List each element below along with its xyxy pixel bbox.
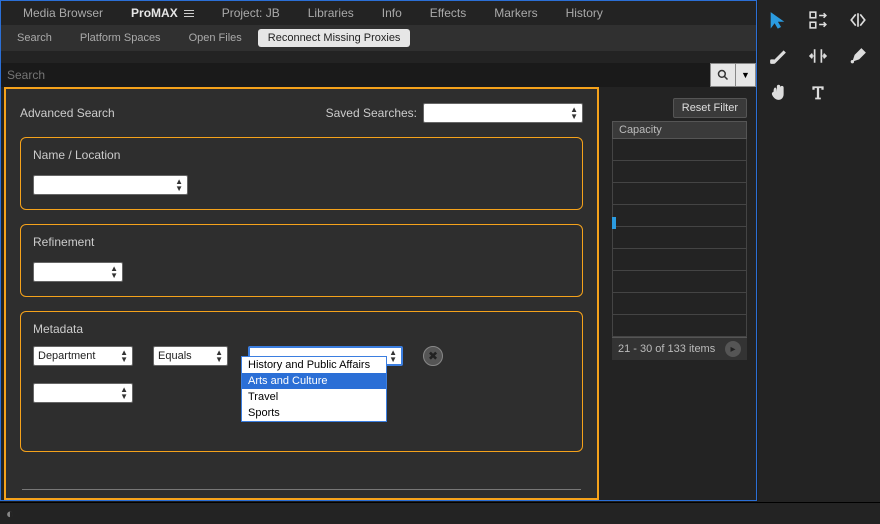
sub-tab-bar: Search Platform Spaces Open Files Reconn…: [1, 25, 756, 51]
tab-project[interactable]: Project: JB: [208, 2, 294, 24]
table-row[interactable]: [613, 249, 746, 271]
metadata-add-select[interactable]: ▲▼: [33, 383, 133, 403]
refinement-title: Refinement: [33, 235, 570, 249]
reset-filter-button[interactable]: Reset Filter: [673, 98, 747, 118]
slip-tool-icon[interactable]: [806, 44, 830, 68]
pager-next-icon[interactable]: ▸: [725, 341, 741, 357]
tab-promax-label: ProMAX: [131, 6, 178, 20]
table-row[interactable]: [613, 161, 746, 183]
filter-header: Reset Filter: [612, 98, 747, 118]
saved-searches-select[interactable]: ▲▼: [423, 103, 583, 123]
advanced-search-title: Advanced Search: [20, 106, 115, 120]
tab-markers[interactable]: Markers: [480, 2, 551, 24]
metadata-operator-select[interactable]: Equals▲▼: [153, 346, 228, 366]
capacity-grid: [612, 139, 747, 337]
selection-tool-icon[interactable]: [766, 8, 790, 32]
advanced-search-panel: Advanced Search Saved Searches: ▲▼ Name …: [4, 87, 599, 500]
name-location-select[interactable]: ▲▼: [33, 175, 188, 195]
table-row[interactable]: [613, 183, 746, 205]
refinement-section: Refinement ▲▼: [20, 224, 583, 297]
table-row[interactable]: [613, 227, 746, 249]
pen-tool-icon[interactable]: [846, 44, 870, 68]
search-button[interactable]: [710, 63, 736, 87]
tab-media-browser[interactable]: Media Browser: [9, 2, 117, 24]
hand-tool-icon[interactable]: [766, 80, 790, 104]
tab-effects[interactable]: Effects: [416, 2, 480, 24]
table-row[interactable]: [613, 293, 746, 315]
search-row: ▼: [1, 63, 756, 87]
name-location-section: Name / Location ▲▼: [20, 137, 583, 210]
ripple-edit-icon[interactable]: [846, 8, 870, 32]
saved-searches-label: Saved Searches:: [326, 106, 417, 120]
metadata-title: Metadata: [33, 322, 570, 336]
pager-text: 21 - 30 of 133 items: [618, 343, 715, 355]
track-select-forward-icon[interactable]: [806, 8, 830, 32]
table-row[interactable]: [613, 271, 746, 293]
top-tab-bar: Media Browser ProMAX Project: JB Librari…: [1, 1, 756, 25]
pager: 21 - 30 of 133 items ▸: [612, 337, 747, 360]
subtab-search[interactable]: Search: [5, 28, 64, 48]
subtab-reconnect-proxies[interactable]: Reconnect Missing Proxies: [258, 29, 411, 47]
search-input[interactable]: [1, 63, 710, 87]
dropdown-option[interactable]: Sports: [242, 405, 386, 421]
table-row[interactable]: [613, 205, 746, 227]
capacity-column: Capacity 21 - 30 of 133 items ▸: [612, 121, 747, 360]
selection-indicator: [612, 217, 616, 229]
main-panel: Media Browser ProMAX Project: JB Librari…: [0, 0, 757, 501]
tab-info[interactable]: Info: [368, 2, 416, 24]
dropdown-option[interactable]: Travel: [242, 389, 386, 405]
metadata-value-dropdown: History and Public Affairs Arts and Cult…: [241, 356, 387, 422]
tab-history[interactable]: History: [552, 2, 617, 24]
tab-libraries[interactable]: Libraries: [294, 2, 368, 24]
status-bar: ◐: [0, 502, 880, 524]
refinement-select[interactable]: ▲▼: [33, 262, 123, 282]
dropdown-option[interactable]: Arts and Culture: [242, 373, 386, 389]
subtab-platform-spaces[interactable]: Platform Spaces: [68, 28, 173, 48]
search-dropdown-toggle[interactable]: ▼: [736, 63, 756, 87]
subtab-open-files[interactable]: Open Files: [177, 28, 254, 48]
tab-promax[interactable]: ProMAX: [117, 2, 208, 24]
search-icon: [717, 69, 729, 81]
tool-panel: [758, 0, 880, 524]
type-tool-icon[interactable]: [806, 80, 830, 104]
hamburger-icon[interactable]: [184, 10, 194, 17]
table-row[interactable]: [613, 139, 746, 161]
capacity-header[interactable]: Capacity: [612, 121, 747, 139]
metadata-field-select[interactable]: Department▲▼: [33, 346, 133, 366]
remove-row-button[interactable]: ✖: [423, 346, 443, 366]
dropdown-option[interactable]: History and Public Affairs: [242, 357, 386, 373]
table-row[interactable]: [613, 315, 746, 337]
creative-cloud-icon[interactable]: ◐: [6, 506, 14, 521]
divider: [22, 489, 581, 490]
razor-tool-icon[interactable]: [766, 44, 790, 68]
name-location-title: Name / Location: [33, 148, 570, 162]
